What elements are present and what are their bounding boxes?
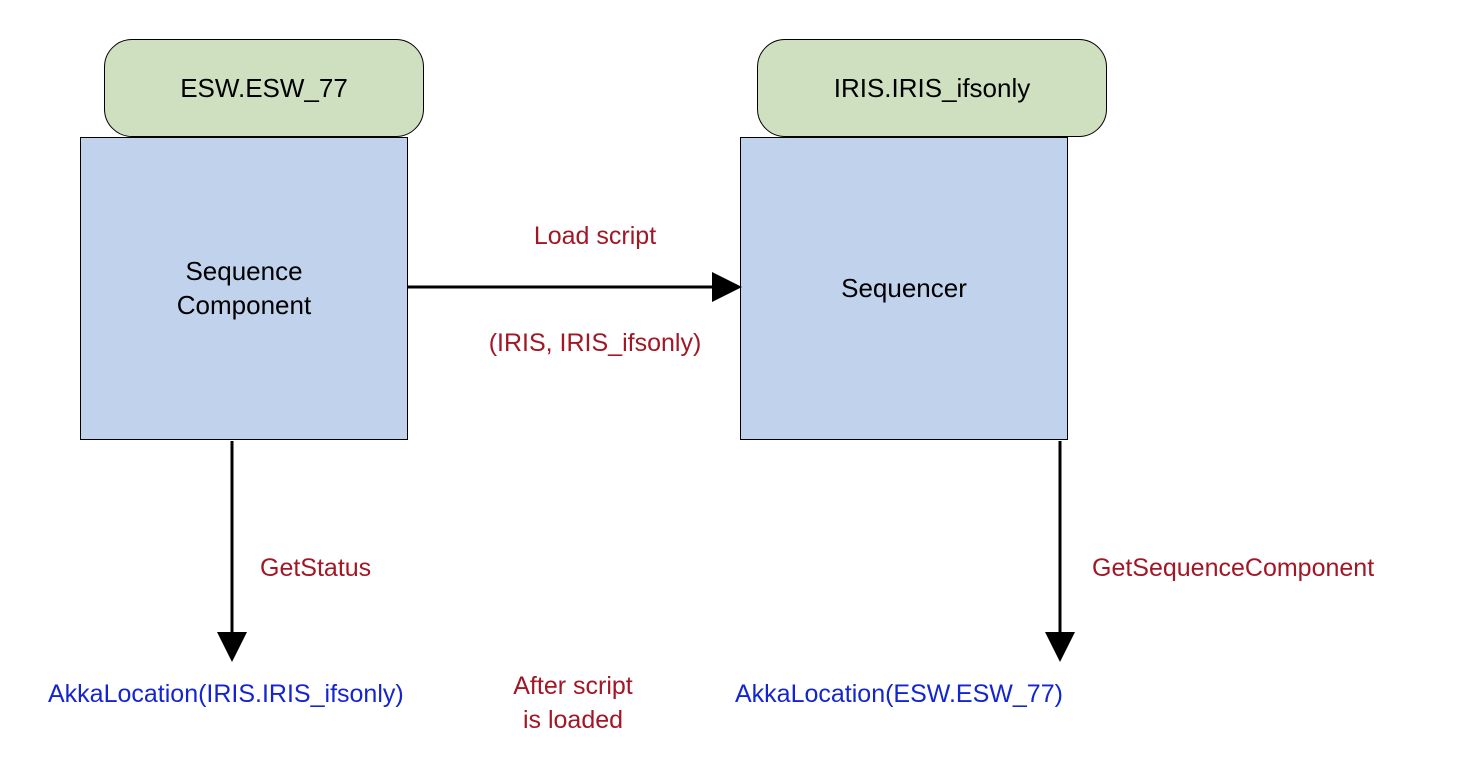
arrow-bottom-label: (IRIS, IRIS_ifsonly) [475,329,715,358]
right-box: Sequencer [740,137,1068,440]
left-header-label: ESW.ESW_77 [180,73,348,104]
diagram-canvas: ESW.ESW_77 Sequence Component IRIS.IRIS_… [0,0,1472,758]
arrow-top-label: Load script [495,222,695,251]
right-result-label: AkkaLocation(ESW.ESW_77) [735,680,1063,709]
center-note: After script is loaded [468,670,678,738]
left-result-label: AkkaLocation(IRIS.IRIS_ifsonly) [48,680,404,709]
left-op-label: GetStatus [260,554,371,583]
right-op-label: GetSequenceComponent [1092,554,1374,583]
left-box-label: Sequence Component [177,255,311,323]
right-box-label: Sequencer [841,272,967,306]
right-header-pill: IRIS.IRIS_ifsonly [757,39,1107,137]
right-header-label: IRIS.IRIS_ifsonly [834,73,1031,104]
left-box: Sequence Component [80,137,408,440]
left-header-pill: ESW.ESW_77 [104,39,424,137]
